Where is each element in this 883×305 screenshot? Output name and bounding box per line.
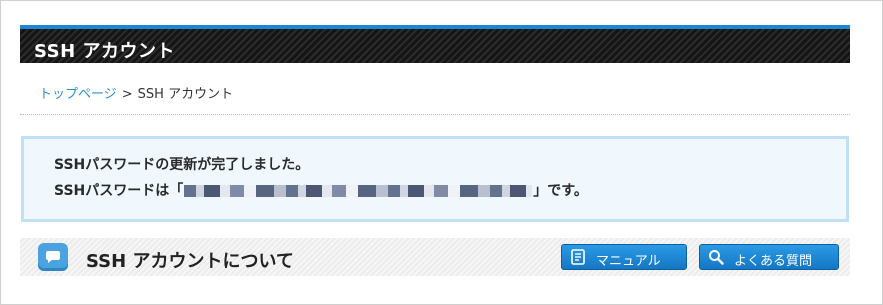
success-message-box: SSHパスワードの更新が完了しました。 SSHパスワードは「 」です。: [21, 136, 849, 222]
speech-bubble-icon: [38, 243, 68, 271]
breadcrumb: トップページ > SSH アカウント: [39, 83, 233, 102]
search-icon: [708, 249, 724, 269]
breadcrumb-home-link[interactable]: トップページ: [39, 87, 117, 102]
breadcrumb-current: SSH アカウント: [137, 87, 234, 102]
page-title: SSH アカウント: [34, 41, 175, 62]
page-frame: SSH アカウント トップページ > SSH アカウント SSHパスワードの更新が完…: [0, 0, 883, 305]
faq-button[interactable]: よくある質問: [699, 244, 839, 270]
section-title: SSH アカウントについて: [86, 251, 294, 272]
page-header: SSH アカウント: [20, 25, 850, 63]
redacted-password: [184, 185, 533, 197]
section-header-ssh-about: SSH アカウントについて マニュアル よくある質問: [20, 238, 850, 276]
manual-button[interactable]: マニュアル: [561, 244, 687, 270]
message-password-suffix: 」です。: [533, 183, 588, 199]
breadcrumb-separator: >: [121, 87, 133, 102]
faq-button-label: よくある質問: [734, 254, 813, 269]
message-password-prefix: SSHパスワードは「: [54, 183, 184, 199]
message-line-password: SSHパスワードは「 」です。: [54, 180, 588, 200]
divider: [20, 114, 850, 115]
message-line-updated: SSHパスワードの更新が完了しました。: [54, 157, 310, 173]
manual-book-icon: [570, 249, 586, 269]
manual-button-label: マニュアル: [596, 254, 661, 269]
